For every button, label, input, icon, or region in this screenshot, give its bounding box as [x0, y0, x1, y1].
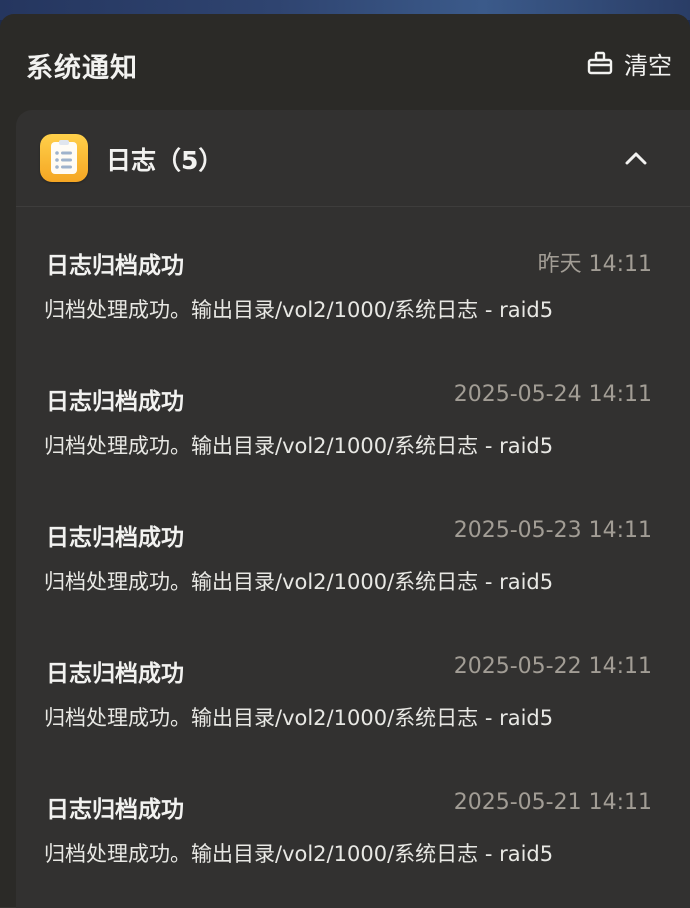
clear-button-label: 清空 — [624, 51, 672, 80]
notification-time: 2025-05-24 14:11 — [453, 382, 652, 407]
notification-time: 昨天 14:11 — [537, 252, 652, 277]
log-app-icon — [40, 134, 88, 182]
notification-item[interactable]: 日志归档成功 2025-05-24 14:11 归档处理成功。输出目录/vol2… — [16, 342, 690, 478]
notification-body: 归档处理成功。输出目录/vol2/1000/系统日志 - raid5 — [44, 434, 554, 458]
notification-group-card: 日志（5） 日志归档成功 昨天 14:11 归档处理成功。输出目录/vol2/1… — [16, 110, 690, 908]
panel-title: 系统通知 — [26, 53, 138, 84]
notification-time: 2025-05-23 14:11 — [453, 518, 652, 543]
notification-time: 2025-05-21 14:11 — [453, 790, 652, 815]
group-header[interactable]: 日志（5） — [16, 110, 690, 207]
notification-title: 日志归档成功 — [46, 389, 184, 415]
notification-title: 日志归档成功 — [46, 253, 184, 279]
panel-header: 系统通知 清空 — [0, 14, 690, 110]
notification-item[interactable]: 日志归档成功 昨天 14:11 归档处理成功。输出目录/vol2/1000/系统… — [16, 206, 690, 342]
group-title: 日志（5） — [106, 146, 224, 175]
notification-item[interactable]: 日志归档成功 2025-05-23 14:11 归档处理成功。输出目录/vol2… — [16, 478, 690, 614]
clear-icon — [586, 49, 614, 77]
notification-item[interactable]: 日志归档成功 2025-05-21 14:11 归档处理成功。输出目录/vol2… — [16, 750, 690, 886]
notification-title: 日志归档成功 — [46, 797, 184, 823]
notification-body: 归档处理成功。输出目录/vol2/1000/系统日志 - raid5 — [44, 570, 554, 594]
notification-item[interactable]: 日志归档成功 2025-05-22 14:11 归档处理成功。输出目录/vol2… — [16, 614, 690, 750]
notification-body: 归档处理成功。输出目录/vol2/1000/系统日志 - raid5 — [44, 842, 554, 866]
notification-title: 日志归档成功 — [46, 525, 184, 551]
notification-body: 归档处理成功。输出目录/vol2/1000/系统日志 - raid5 — [44, 298, 554, 322]
clear-button[interactable]: 清空 — [586, 46, 672, 80]
notification-body: 归档处理成功。输出目录/vol2/1000/系统日志 - raid5 — [44, 706, 554, 730]
notification-time: 2025-05-22 14:11 — [453, 654, 652, 679]
chevron-up-icon[interactable] — [622, 144, 650, 172]
notification-title: 日志归档成功 — [46, 661, 184, 687]
notification-panel: 系统通知 清空 日志（5） 日志归档成功 昨天 14:11 归档处理成功。输出目… — [0, 14, 690, 908]
